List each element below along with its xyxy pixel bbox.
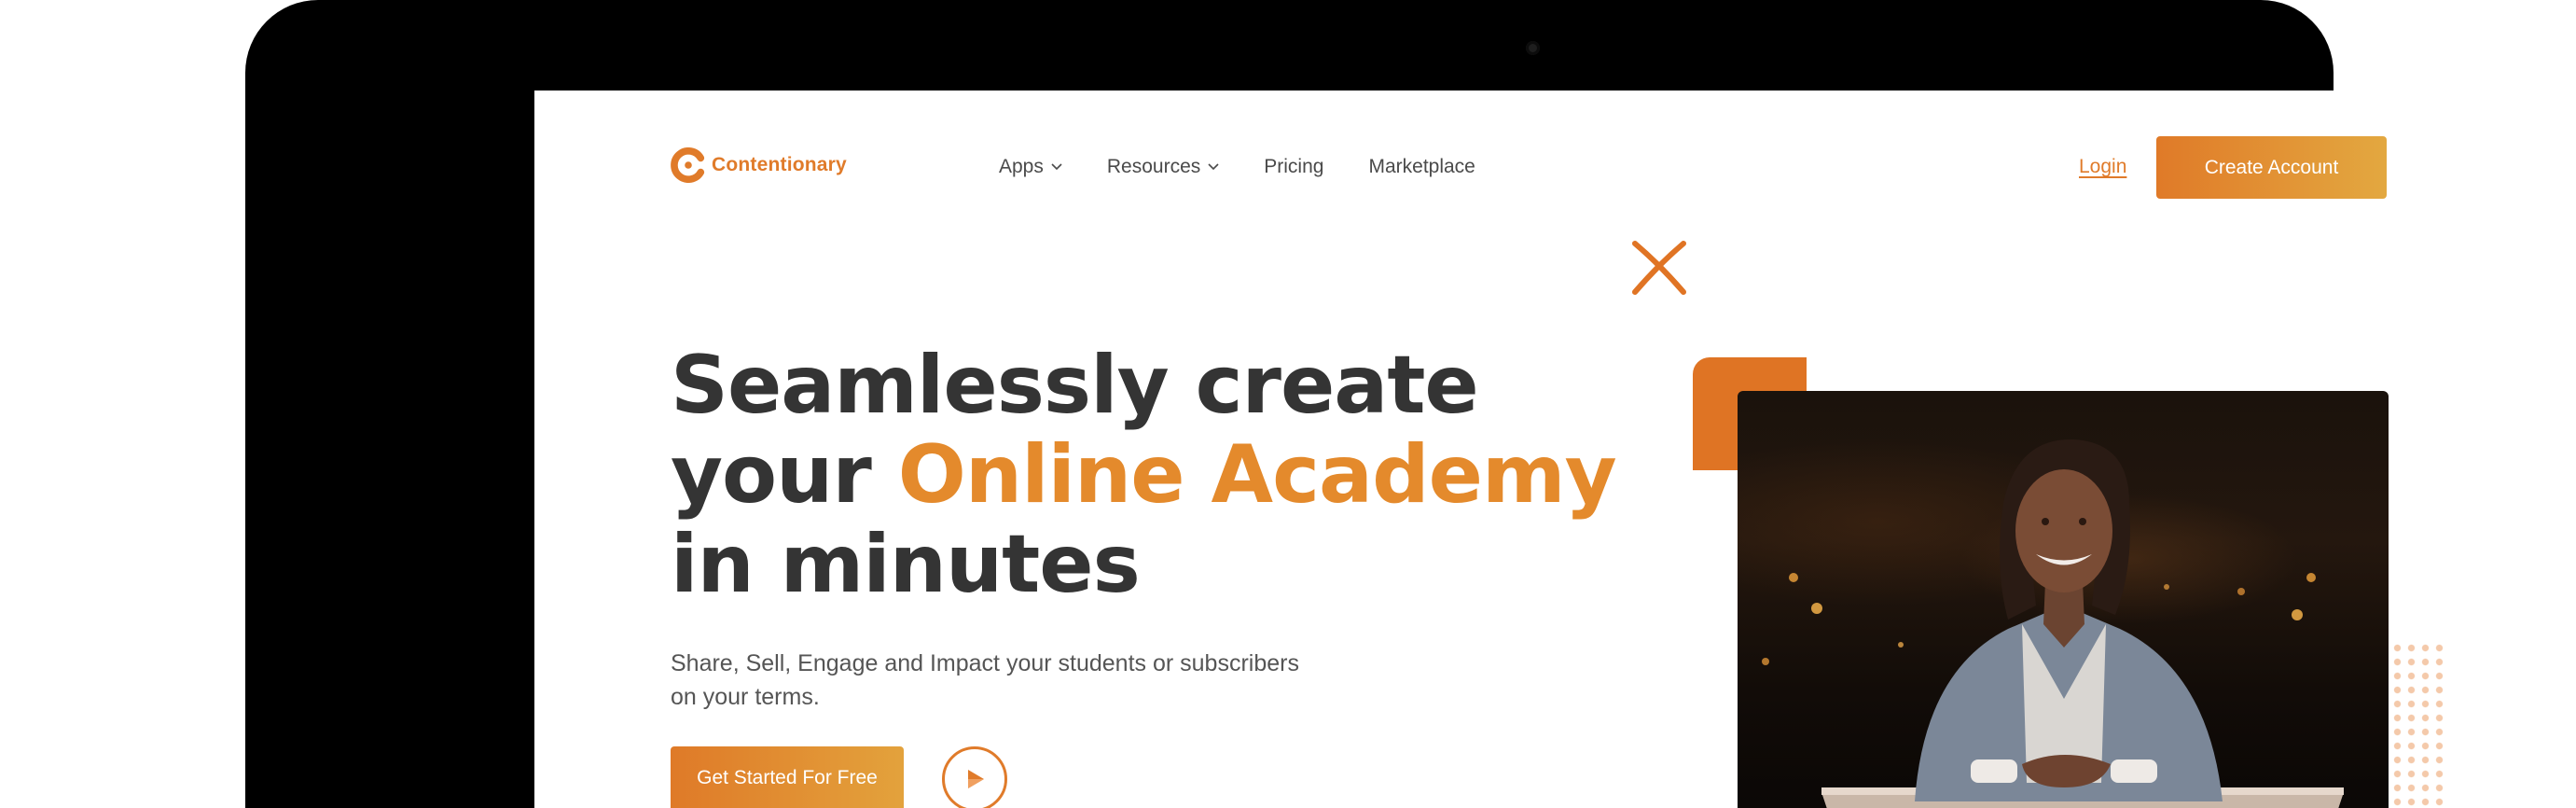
- chevron-down-icon: [1051, 163, 1062, 171]
- nav-item-resources[interactable]: Resources: [1107, 156, 1219, 178]
- play-video-button[interactable]: [942, 746, 1007, 808]
- contentionary-logo-icon: [671, 147, 705, 183]
- headline-line-2-prefix: your: [671, 428, 898, 522]
- headline-accent: Online Academy: [897, 428, 1617, 522]
- nav-item-marketplace[interactable]: Marketplace: [1368, 156, 1475, 178]
- login-link[interactable]: Login: [2079, 156, 2126, 178]
- nav-item-label: Resources: [1106, 156, 1201, 177]
- website-screen: Contentionary Apps Resources Pricing Mar…: [534, 91, 2527, 808]
- get-started-button[interactable]: Get Started For Free: [671, 746, 904, 808]
- main-nav: Apps Resources Pricing Marketplace: [999, 156, 1520, 178]
- nav-item-label: Apps: [999, 156, 1044, 177]
- laptop-frame: Contentionary Apps Resources Pricing Mar…: [245, 0, 2527, 808]
- nav-item-apps[interactable]: Apps: [999, 156, 1062, 178]
- hero-subtext: Share, Sell, Engage and Impact your stud…: [671, 650, 1299, 710]
- webcam-icon: [1526, 41, 1540, 55]
- chevron-down-icon: [1208, 163, 1219, 171]
- brand-name: Contentionary: [712, 154, 847, 175]
- hero-headline: Seamlessly create your Online Academy in…: [671, 339, 1617, 611]
- play-icon: [968, 770, 984, 788]
- nav-item-label: Marketplace: [1368, 156, 1475, 177]
- decor-dot-grid: [2390, 641, 2446, 808]
- create-account-button[interactable]: Create Account: [2156, 136, 2387, 199]
- brand-logo[interactable]: Contentionary: [671, 147, 847, 183]
- x-decor-icon: [1632, 241, 1686, 295]
- hero-photo-illustration: [1762, 439, 2344, 808]
- headline-line-3: in minutes: [671, 518, 1141, 611]
- nav-item-label: Pricing: [1264, 156, 1324, 177]
- hero-photo: [1738, 391, 2389, 808]
- headline-line-1: Seamlessly create: [671, 339, 1479, 432]
- nav-item-pricing[interactable]: Pricing: [1264, 156, 1323, 178]
